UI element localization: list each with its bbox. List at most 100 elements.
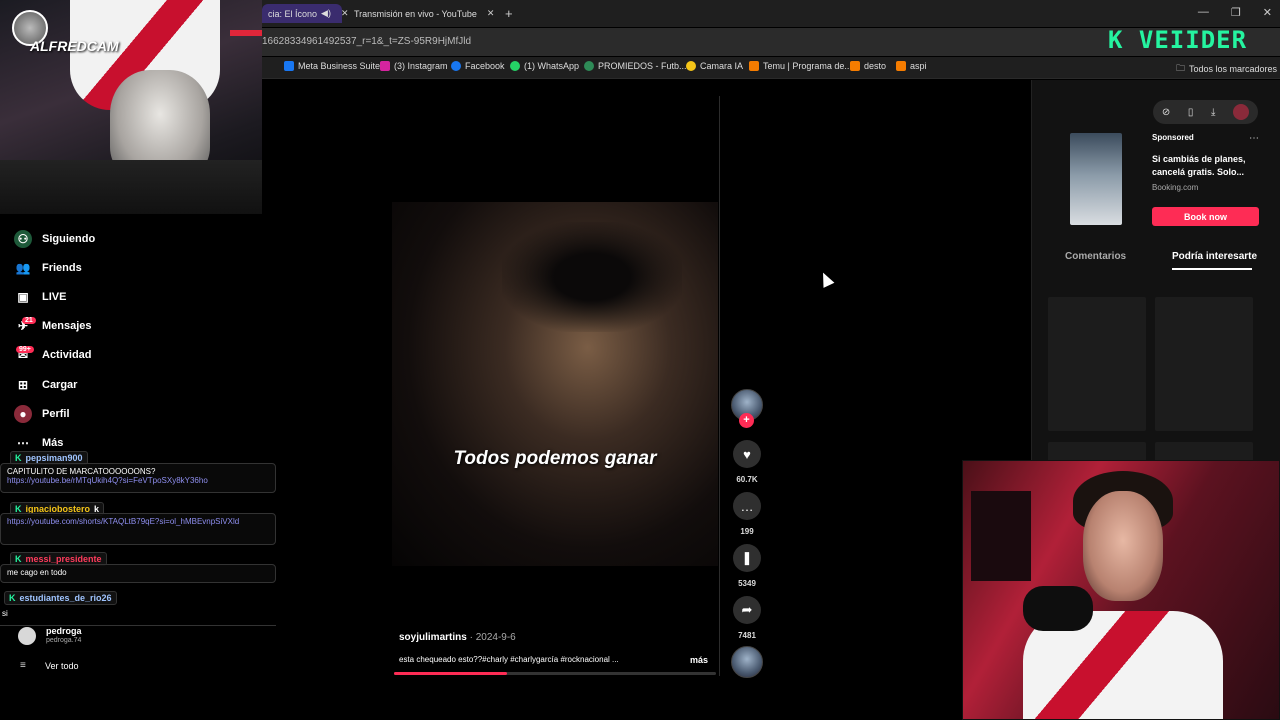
sound-disc[interactable]: [731, 646, 763, 678]
nav-siguiendo[interactable]: ⚇ Siguiendo: [14, 227, 95, 251]
nav-live[interactable]: ▣ LIVE: [14, 285, 66, 309]
save-button[interactable]: ❚: [733, 544, 761, 572]
share-button[interactable]: ➦: [733, 596, 761, 624]
bookmark-instagram[interactable]: (3) Instagram: [380, 61, 448, 71]
chat-link[interactable]: https://youtube.be/rMTqUkih4Q?si=FeVTpoS…: [7, 476, 269, 485]
tab-active[interactable]: cia: El Ícono ◀) ✕: [262, 4, 349, 23]
camara-icon: [686, 61, 696, 71]
close-tab-icon[interactable]: ✕: [487, 8, 495, 19]
bookmark-promiedos[interactable]: PROMIEDOS - Futb...: [584, 61, 687, 71]
bookmark-facebook[interactable]: Facebook: [451, 61, 505, 71]
url-text[interactable]: 16628334961492537_r=1&_t=ZS-95R9HjMfJld: [262, 36, 471, 47]
nav-label: Más: [42, 437, 64, 449]
nav-label: Siguiendo: [42, 233, 96, 245]
nav-cargar[interactable]: ⊞ Cargar: [14, 373, 78, 397]
temu-icon: [749, 61, 759, 71]
nav-label: Cargar: [42, 379, 78, 391]
bookmark-label: Meta Business Suite: [298, 61, 381, 71]
video-divider: [719, 96, 720, 676]
bookmark-label: (1) WhatsApp: [524, 61, 580, 71]
stream-logo: K VEIIDER: [1108, 26, 1248, 54]
mouse-cursor: [817, 270, 835, 288]
microphone: [1023, 586, 1093, 631]
maximize-icon[interactable]: ❐: [1231, 6, 1241, 19]
bookmark-whatsapp[interactable]: (1) WhatsApp: [510, 61, 579, 71]
activity-badge: 99+: [16, 346, 34, 353]
see-all-link[interactable]: Ver todo: [45, 661, 79, 671]
following-user-name[interactable]: pedroga: [46, 626, 82, 636]
bookmark-label: Temu | Programa de...: [763, 61, 852, 71]
chat-message: me cago en todo: [0, 564, 276, 583]
bookmark-label: aspi: [910, 61, 927, 71]
download-icon[interactable]: ⤓: [1211, 107, 1215, 118]
ad-menu-icon[interactable]: ⋯: [1249, 133, 1259, 144]
cam-label: ALFREDCAM: [30, 38, 119, 54]
bookmark-camara[interactable]: Camara IA: [686, 61, 743, 71]
profile-icon: ●: [14, 405, 32, 423]
nav-label: Actividad: [42, 349, 92, 361]
nav-label: LIVE: [42, 291, 67, 303]
bookmark-label: (3) Instagram: [394, 61, 448, 71]
bookmark-label: desto: [864, 61, 887, 71]
video-caption: Todos podemos ganar: [453, 448, 657, 469]
user-avatar[interactable]: [1233, 104, 1250, 120]
book-now-button[interactable]: Book now: [1152, 207, 1259, 226]
tab-comments[interactable]: Comentarios: [1065, 251, 1126, 262]
video-player[interactable]: [392, 202, 718, 566]
close-window-icon[interactable]: ✕: [1263, 6, 1272, 19]
meta-icon: [284, 61, 294, 71]
friends-icon: 👥: [15, 261, 31, 275]
recommended-card[interactable]: [1155, 297, 1253, 431]
tab-recommended[interactable]: Podría interesarte: [1172, 251, 1257, 262]
new-tab-button[interactable]: +: [505, 6, 513, 21]
video-progress[interactable]: [394, 672, 716, 675]
author-name[interactable]: soyjulimartins: [399, 632, 467, 643]
more-icon: ⋯: [17, 436, 29, 450]
bookmark-label: PROMIEDOS - Futb...: [598, 61, 687, 71]
comment-button[interactable]: …: [733, 492, 761, 520]
follow-plus-icon[interactable]: +: [739, 413, 754, 428]
whatsapp-icon: [510, 61, 520, 71]
promiedos-icon: [584, 61, 594, 71]
bookmark-icon: ❚: [741, 550, 753, 565]
nav-label: Mensajes: [42, 320, 92, 332]
avatar[interactable]: [18, 627, 36, 645]
ad-thumbnail[interactable]: [1070, 133, 1122, 225]
nav-label: Perfil: [42, 408, 70, 420]
like-button[interactable]: ♥: [733, 440, 761, 468]
bookmark-desto[interactable]: desto: [850, 61, 886, 71]
desto-icon: [850, 61, 860, 71]
phone-icon[interactable]: ▯: [1188, 107, 1194, 118]
video-author[interactable]: soyjulimartins · 2024-9-6: [399, 632, 516, 643]
nav-perfil[interactable]: ● Perfil: [14, 402, 70, 426]
ad-title[interactable]: Si cambiás de planes, cancelá gratis. So…: [1152, 153, 1256, 179]
more-button[interactable]: más: [690, 655, 708, 665]
share-count: 7481: [738, 631, 756, 640]
tab-youtube[interactable]: Transmisión en vivo - YouTube ✕: [344, 4, 496, 23]
chat-message: https://youtube.com/shorts/KTAQLtB79qE?s…: [0, 513, 276, 545]
chat-text: CAPITULITO DE MARCATOOOOOONS?: [7, 467, 156, 476]
speaker-icon[interactable]: ◀): [321, 8, 331, 19]
share-icon: ➦: [741, 602, 753, 617]
compass-icon[interactable]: ⊘: [1162, 107, 1170, 118]
ad-sponsored-label: Sponsored: [1152, 133, 1194, 142]
nav-label: Friends: [42, 262, 82, 274]
bookmark-label: Todos los marcadores: [1189, 64, 1278, 74]
bookmark-temu[interactable]: Temu | Programa de...: [749, 61, 852, 71]
all-bookmarks[interactable]: 🗀 Todos los marcadores: [1176, 61, 1277, 77]
comment-count: 199: [740, 527, 754, 536]
k-icon: K: [15, 453, 22, 463]
chat-username: Kestudiantes_de_rio26: [4, 591, 117, 605]
nav-friends[interactable]: 👥 Friends: [14, 256, 82, 280]
heart-icon: ♥: [743, 446, 751, 462]
bookmark-aspi[interactable]: aspi: [896, 61, 927, 71]
comment-icon: …: [740, 498, 754, 514]
minimize-icon[interactable]: —: [1198, 6, 1209, 19]
recommended-card[interactable]: [1048, 297, 1146, 431]
top-action-bar: ⊘ ▯ ⤓: [1153, 100, 1258, 124]
bookmark-label: Camara IA: [700, 61, 744, 71]
tab-label: cia: El Ícono: [268, 8, 318, 19]
video-description: esta chequeado esto??#charly #charlygarc…: [399, 655, 619, 664]
chat-link[interactable]: https://youtube.com/shorts/KTAQLtB79qE?s…: [7, 517, 269, 526]
bookmark-meta[interactable]: Meta Business Suite: [284, 61, 380, 71]
